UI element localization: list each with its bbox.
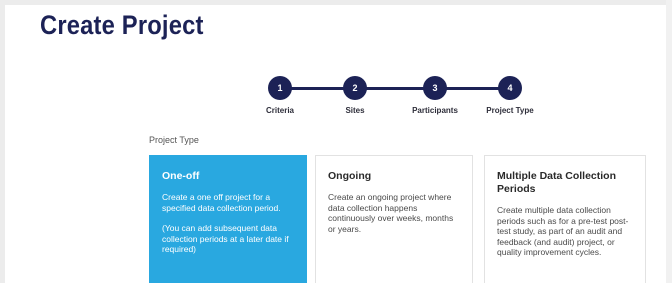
project-type-section-label: Project Type [149, 135, 199, 145]
option-title: One-off [162, 170, 200, 182]
option-title: Ongoing [328, 170, 372, 182]
option-description: Create an ongoing project where data col… [328, 192, 454, 234]
option-card-one-off[interactable]: One-off Create a one off project for a s… [149, 155, 307, 283]
step-number-circle: 4 [498, 76, 522, 100]
left-border [0, 0, 5, 283]
step-label: Criteria [265, 106, 294, 115]
page-title: Create Project [40, 10, 204, 40]
option-description: Create multiple data collection periods … [497, 205, 629, 257]
option-card-multiple-periods[interactable]: Multiple Data Collection Periods Create … [484, 155, 646, 283]
step-project-type[interactable]: 4 Project Type [470, 76, 550, 115]
option-title: Multiple Data Collection Periods [497, 170, 617, 195]
step-number-circle: 3 [423, 76, 447, 100]
step-label: Participants [412, 106, 458, 115]
step-number-circle: 1 [268, 76, 292, 100]
top-border [0, 0, 672, 5]
step-criteria[interactable]: 1 Criteria [240, 76, 320, 115]
step-participants[interactable]: 3 Participants [395, 76, 475, 115]
progress-stepper: 1 Criteria 2 Sites 3 Participants 4 Proj… [262, 76, 534, 116]
option-description: Create a one off project for a specified… [162, 192, 281, 213]
step-number-circle: 2 [343, 76, 367, 100]
create-project-page: Create Project 1 Criteria 2 Sites 3 Part… [0, 0, 672, 283]
step-label: Project Type [486, 106, 534, 115]
step-sites[interactable]: 2 Sites [315, 76, 395, 115]
option-card-ongoing[interactable]: Ongoing Create an ongoing project where … [315, 155, 473, 283]
option-note: (You can add subsequent data collection … [162, 223, 289, 254]
scroll-gutter [666, 0, 672, 283]
step-label: Sites [345, 106, 365, 115]
